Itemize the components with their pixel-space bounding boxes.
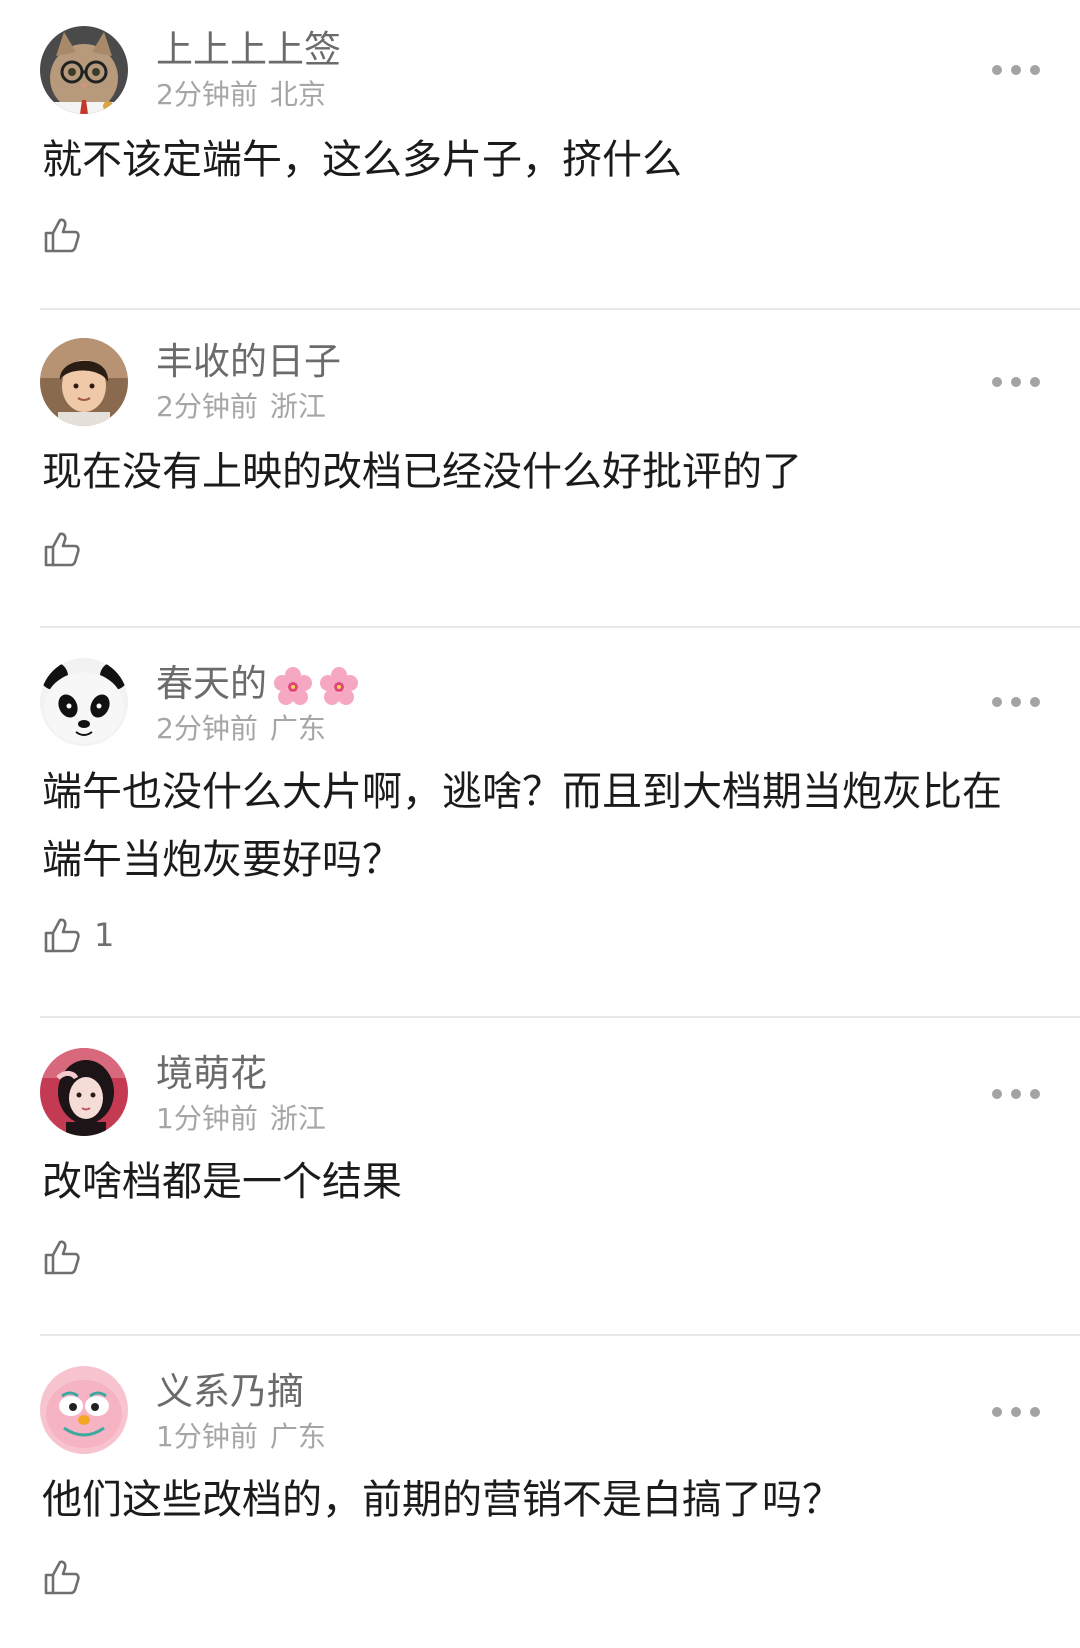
comment-text: 他们这些改档的，前期的营销不是白搞了吗？ [42, 1477, 842, 1523]
comment-time: 1分钟前 [156, 1102, 258, 1135]
dot-icon [1030, 1407, 1040, 1417]
dot-icon [992, 1089, 1002, 1099]
comment-text: 改啥档都是一个结果 [42, 1159, 402, 1205]
dot-icon [1030, 377, 1040, 387]
username[interactable]: 义系乃摘 [156, 1370, 304, 1414]
thumbs-up-icon [44, 218, 80, 253]
dot-icon [1030, 65, 1040, 75]
comment-meta: 2分钟前 北京 [156, 78, 326, 112]
username[interactable]: 春天的 [156, 662, 359, 706]
like-button[interactable] [42, 212, 94, 258]
thumbs-up-icon [44, 1560, 80, 1595]
cat-avatar[interactable] [40, 26, 128, 114]
comment-item: 义系乃摘 1分钟前 广东 他们这些改档的，前期的营销不是白搞了吗？ [40, 1336, 1080, 1648]
cherry-blossom-icon [320, 666, 358, 705]
comment-item: 境萌花 1分钟前 浙江 改啥档都是一个结果 [40, 1018, 1080, 1336]
like-count: 1 [94, 916, 115, 954]
comment-list: 上上上上签 2分钟前 北京 就不该定端午，这么多片子，挤什么 丰收的日子 2分钟… [0, 0, 1080, 1648]
comment-item: 上上上上签 2分钟前 北京 就不该定端午，这么多片子，挤什么 [40, 0, 1080, 310]
comment-meta: 2分钟前 广东 [156, 712, 326, 746]
like-button[interactable]: 1 [42, 912, 114, 958]
comment-location: 广东 [269, 1420, 326, 1453]
more-options-button[interactable] [992, 60, 1040, 80]
comment-item: 丰收的日子 2分钟前 浙江 现在没有上映的改档已经没什么好批评的了 [40, 310, 1080, 628]
username[interactable]: 上上上上签 [156, 28, 341, 72]
dot-icon [992, 697, 1002, 707]
dot-icon [992, 377, 1002, 387]
cherry-blossom-icon [274, 666, 312, 705]
comment-text: 就不该定端午，这么多片子，挤什么 [42, 137, 682, 183]
thumbs-up-icon [44, 918, 80, 953]
person-avatar[interactable] [40, 338, 128, 426]
dot-icon [992, 65, 1002, 75]
dot-icon [992, 1407, 1002, 1417]
dot-icon [1030, 697, 1040, 707]
more-options-button[interactable] [992, 372, 1040, 392]
comment-text: 现在没有上映的改档已经没什么好批评的了 [42, 449, 802, 495]
comment-text: 端午也没什么大片啊，逃啥？而且到大档期当炮灰比在端午当炮灰要好吗？ [42, 769, 1002, 883]
like-button[interactable] [42, 1554, 94, 1600]
dot-icon [1011, 1407, 1021, 1417]
comment-time: 2分钟前 [156, 712, 258, 745]
comment-meta: 2分钟前 浙江 [156, 390, 326, 424]
comment-meta: 1分钟前 浙江 [156, 1102, 326, 1136]
more-options-button[interactable] [992, 692, 1040, 712]
username[interactable]: 丰收的日子 [156, 340, 341, 384]
dot-icon [1011, 65, 1021, 75]
thumbs-up-icon [44, 532, 80, 567]
like-button[interactable] [42, 526, 94, 572]
username-text: 春天的 [156, 662, 267, 705]
more-options-button[interactable] [992, 1084, 1040, 1104]
dot-icon [1011, 697, 1021, 707]
dot-icon [1011, 1089, 1021, 1099]
comment-meta: 1分钟前 广东 [156, 1420, 326, 1454]
thumbs-up-icon [44, 1240, 80, 1275]
more-options-button[interactable] [992, 1402, 1040, 1422]
comment-location: 北京 [269, 78, 326, 111]
comment-time: 2分钟前 [156, 390, 258, 423]
comment-time: 2分钟前 [156, 78, 258, 111]
comment-item: 春天的 2分钟前 广东 端午也没什么大片啊，逃啥？而且到大档期当炮灰比在端午当炮灰… [40, 628, 1080, 1018]
comment-time: 1分钟前 [156, 1420, 258, 1453]
comment-location: 浙江 [269, 390, 326, 423]
dot-icon [1011, 377, 1021, 387]
pink-cartoon-avatar[interactable] [40, 1366, 128, 1454]
girl-avatar[interactable] [40, 1048, 128, 1136]
like-button[interactable] [42, 1234, 94, 1280]
comment-location: 浙江 [269, 1102, 326, 1135]
username[interactable]: 境萌花 [156, 1052, 267, 1096]
dot-icon [1030, 1089, 1040, 1099]
panda-avatar[interactable] [40, 658, 128, 746]
comment-location: 广东 [269, 712, 326, 745]
